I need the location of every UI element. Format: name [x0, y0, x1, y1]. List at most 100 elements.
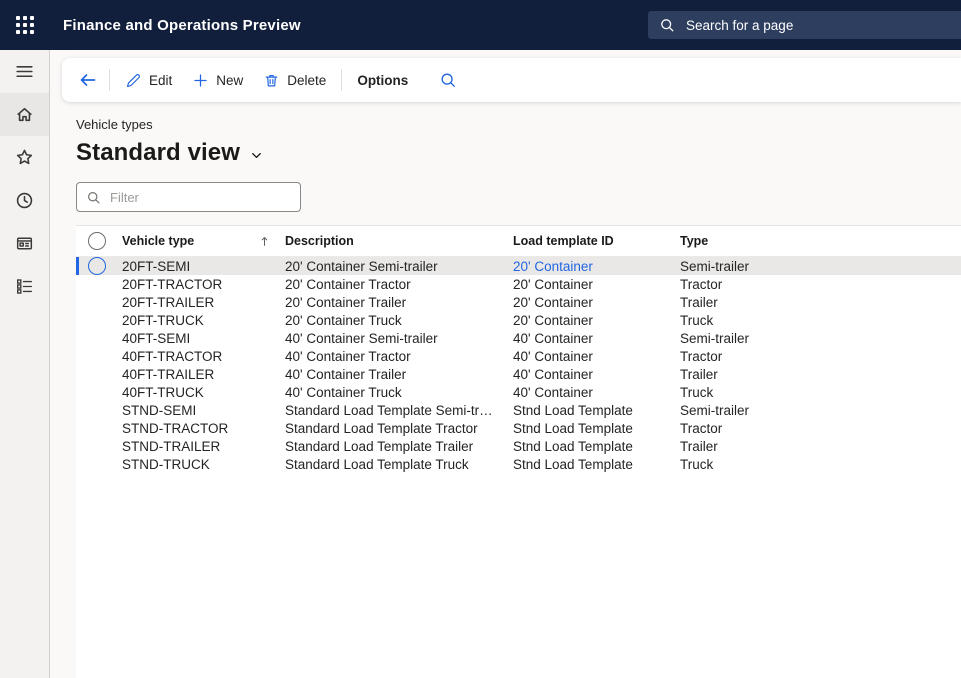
pencil-icon [125, 72, 142, 89]
load-template-id-cell[interactable]: 20' Container [513, 259, 680, 274]
row-select-cell[interactable] [76, 419, 122, 437]
load-template-id-cell[interactable]: 40' Container [513, 349, 680, 364]
nav-modules-button[interactable] [0, 265, 49, 308]
vehicle-type-cell[interactable]: 20FT-TRACTOR [122, 277, 285, 292]
table-row[interactable]: 40FT-SEMI 40' Container Semi-trailer 40'… [76, 329, 961, 347]
type-cell[interactable]: Semi-trailer [680, 259, 961, 274]
description-cell[interactable]: 40' Container Semi-trailer [285, 331, 513, 346]
load-template-id-cell[interactable]: Stnd Load Template [513, 403, 680, 418]
toolbar-search-button[interactable] [432, 64, 464, 96]
column-header-load-template-id[interactable]: Load template ID [513, 234, 680, 248]
type-cell[interactable]: Truck [680, 457, 961, 472]
description-cell[interactable]: 20' Container Trailer [285, 295, 513, 310]
description-cell[interactable]: Standard Load Template Truck [285, 457, 513, 472]
view-selector[interactable]: Standard view [76, 139, 264, 167]
description-cell[interactable]: Standard Load Template Trailer [285, 439, 513, 454]
load-template-id-cell[interactable]: Stnd Load Template [513, 439, 680, 454]
type-cell[interactable]: Tractor [680, 349, 961, 364]
nav-expand-button[interactable] [0, 50, 49, 93]
table-row[interactable]: STND-TRUCK Standard Load Template Truck … [76, 455, 961, 473]
row-select-cell[interactable] [76, 383, 122, 401]
load-template-id-cell[interactable]: 20' Container [513, 313, 680, 328]
page-search-box[interactable] [648, 11, 961, 39]
description-cell[interactable]: Standard Load Template Tractor [285, 421, 513, 436]
vehicle-type-cell[interactable]: 40FT-SEMI [122, 331, 285, 346]
row-select-cell[interactable] [76, 293, 122, 311]
vehicle-type-cell[interactable]: STND-SEMI [122, 403, 285, 418]
type-cell[interactable]: Semi-trailer [680, 331, 961, 346]
type-cell[interactable]: Semi-trailer [680, 403, 961, 418]
table-row[interactable]: STND-TRAILER Standard Load Template Trai… [76, 437, 961, 455]
load-template-id-cell[interactable]: Stnd Load Template [513, 421, 680, 436]
table-row[interactable]: 40FT-TRUCK 40' Container Truck 40' Conta… [76, 383, 961, 401]
column-header-vehicle-type[interactable]: Vehicle type [122, 234, 285, 248]
table-row[interactable]: 40FT-TRACTOR 40' Container Tractor 40' C… [76, 347, 961, 365]
options-menu-button[interactable]: Options [347, 64, 418, 96]
row-select-cell[interactable] [76, 347, 122, 365]
description-cell[interactable]: 40' Container Tractor [285, 349, 513, 364]
vehicle-type-cell[interactable]: 20FT-SEMI [122, 259, 285, 274]
table-row[interactable]: 20FT-TRUCK 20' Container Truck 20' Conta… [76, 311, 961, 329]
nav-recent-button[interactable] [0, 179, 49, 222]
description-cell[interactable]: 20' Container Truck [285, 313, 513, 328]
table-row[interactable]: 20FT-SEMI 20' Container Semi-trailer 20'… [76, 257, 961, 275]
table-row[interactable]: 20FT-TRACTOR 20' Container Tractor 20' C… [76, 275, 961, 293]
type-cell[interactable]: Trailer [680, 367, 961, 382]
column-header-type[interactable]: Type [680, 234, 961, 248]
table-row[interactable]: STND-TRACTOR Standard Load Template Trac… [76, 419, 961, 437]
load-template-id-cell[interactable]: Stnd Load Template [513, 457, 680, 472]
delete-button[interactable]: Delete [253, 64, 336, 96]
vehicle-type-cell[interactable]: 20FT-TRAILER [122, 295, 285, 310]
page-content: Edit New Delete Options [50, 50, 961, 678]
description-cell[interactable]: 40' Container Trailer [285, 367, 513, 382]
load-template-id-cell[interactable]: 20' Container [513, 295, 680, 310]
load-template-id-cell[interactable]: 20' Container [513, 277, 680, 292]
row-select-cell[interactable] [76, 275, 122, 293]
description-cell[interactable]: 40' Container Truck [285, 385, 513, 400]
type-cell[interactable]: Tractor [680, 421, 961, 436]
vehicle-type-cell[interactable]: 40FT-TRAILER [122, 367, 285, 382]
new-button[interactable]: New [182, 64, 253, 96]
nav-favorites-button[interactable] [0, 136, 49, 179]
description-cell[interactable]: 20' Container Semi-trailer [285, 259, 513, 274]
table-row[interactable]: 20FT-TRAILER 20' Container Trailer 20' C… [76, 293, 961, 311]
type-cell[interactable]: Truck [680, 313, 961, 328]
vehicle-type-cell[interactable]: STND-TRACTOR [122, 421, 285, 436]
nav-workspaces-button[interactable] [0, 222, 49, 265]
vehicle-type-cell[interactable]: 40FT-TRACTOR [122, 349, 285, 364]
grid-filter-input[interactable] [108, 189, 291, 206]
vehicle-type-cell[interactable]: STND-TRUCK [122, 457, 285, 472]
type-cell[interactable]: Truck [680, 385, 961, 400]
description-cell[interactable]: Standard Load Template Semi-tr… [285, 403, 513, 418]
back-button[interactable] [72, 64, 104, 96]
select-all-cell[interactable] [76, 232, 122, 250]
column-header-description[interactable]: Description [285, 234, 513, 248]
vehicle-type-cell[interactable]: STND-TRAILER [122, 439, 285, 454]
type-cell[interactable]: Tractor [680, 277, 961, 292]
edit-button[interactable]: Edit [115, 64, 182, 96]
row-radio[interactable] [88, 257, 106, 275]
select-all-radio[interactable] [88, 232, 106, 250]
description-cell[interactable]: 20' Container Tractor [285, 277, 513, 292]
vehicle-type-cell[interactable]: 20FT-TRUCK [122, 313, 285, 328]
row-select-cell[interactable] [76, 329, 122, 347]
type-cell[interactable]: Trailer [680, 295, 961, 310]
type-cell[interactable]: Trailer [680, 439, 961, 454]
table-row[interactable]: 40FT-TRAILER 40' Container Trailer 40' C… [76, 365, 961, 383]
page-search-input[interactable] [684, 17, 961, 34]
row-select-cell[interactable] [76, 437, 122, 455]
action-pane: Edit New Delete Options [62, 58, 961, 102]
table-row[interactable]: STND-SEMI Standard Load Template Semi-tr… [76, 401, 961, 419]
row-select-cell[interactable] [76, 401, 122, 419]
vehicle-type-cell[interactable]: 40FT-TRUCK [122, 385, 285, 400]
app-launcher-button[interactable] [0, 0, 50, 50]
row-select-cell[interactable] [76, 257, 122, 275]
row-select-cell[interactable] [76, 311, 122, 329]
load-template-id-cell[interactable]: 40' Container [513, 331, 680, 346]
load-template-id-cell[interactable]: 40' Container [513, 367, 680, 382]
row-select-cell[interactable] [76, 365, 122, 383]
load-template-id-cell[interactable]: 40' Container [513, 385, 680, 400]
row-select-cell[interactable] [76, 455, 122, 473]
grid-filter-box[interactable] [76, 182, 301, 212]
nav-home-button[interactable] [0, 93, 49, 136]
